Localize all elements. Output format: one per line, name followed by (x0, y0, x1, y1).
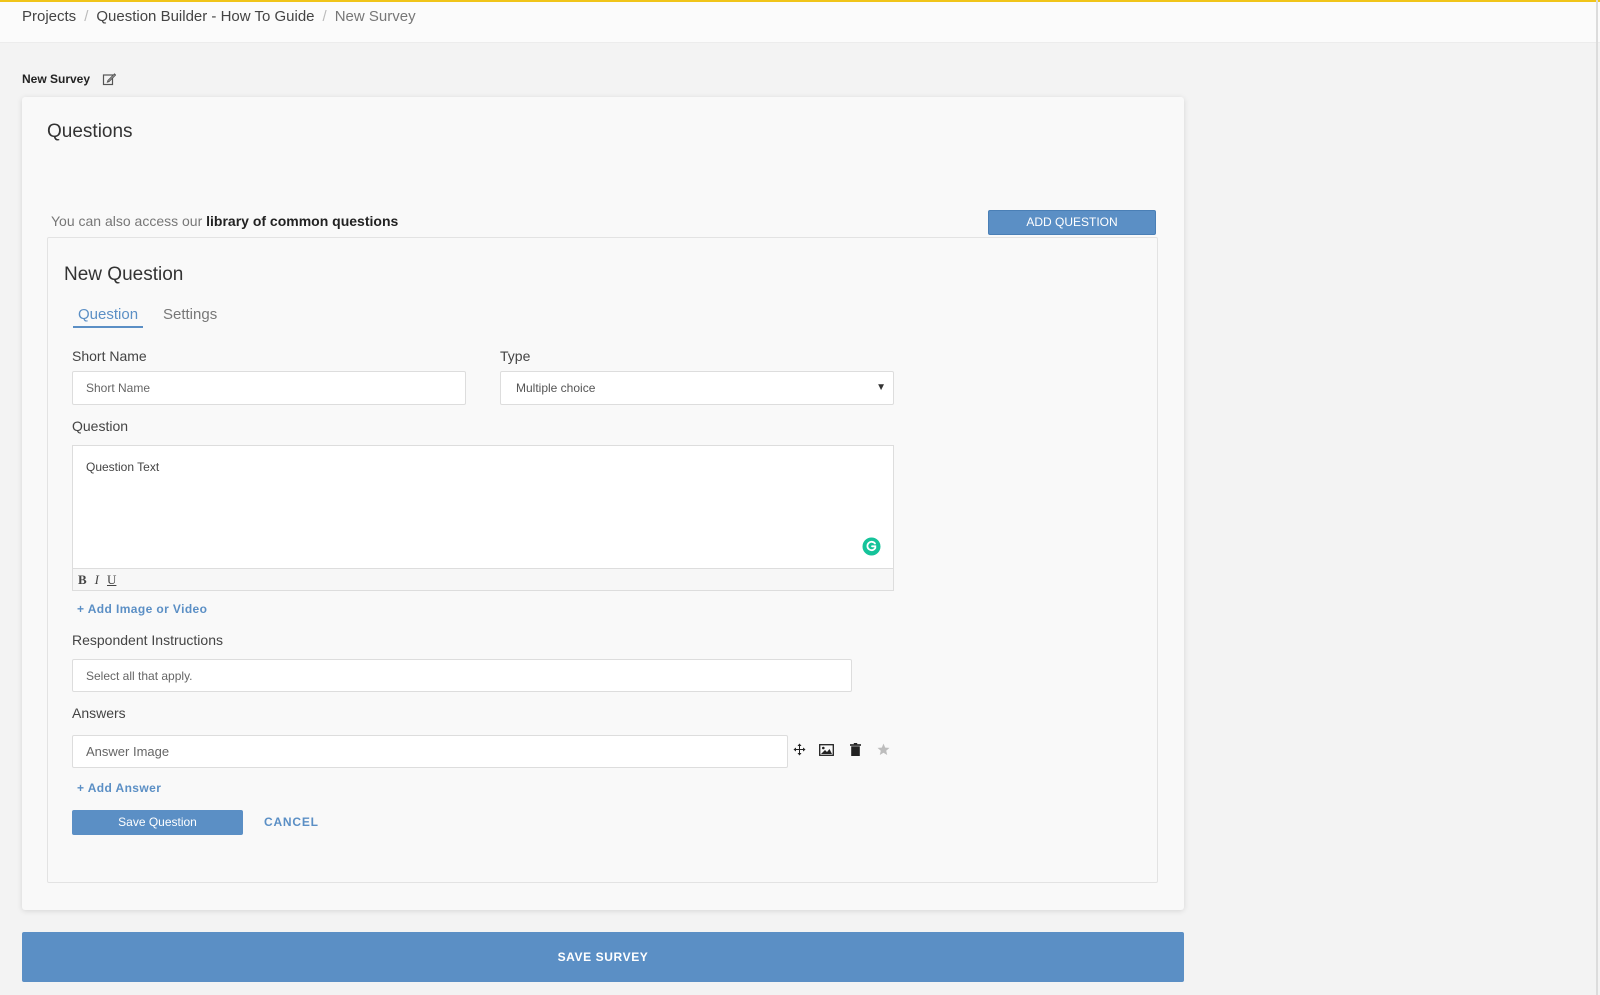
short-name-label: Short Name (72, 348, 147, 364)
answers-label: Answers (72, 705, 126, 721)
breadcrumb-current: New Survey (334, 8, 416, 25)
breadcrumb-separator: / (84, 8, 89, 25)
question-label: Question (72, 418, 129, 434)
new-question-panel: New Question Question Settings Short Nam… (47, 237, 1158, 883)
answer-actions (793, 743, 903, 761)
library-hint-text: You can also access our (51, 213, 207, 229)
add-answer-link[interactable]: + Add Answer (77, 781, 161, 795)
respondent-instructions-label: Respondent Instructions (72, 632, 223, 648)
breadcrumb-projects[interactable]: Projects (22, 8, 76, 25)
italic-button[interactable]: I (95, 572, 99, 588)
save-survey-button[interactable]: SAVE SURVEY (22, 932, 1184, 982)
answer-input[interactable]: Answer Image (72, 735, 788, 768)
tab-question[interactable]: Question (73, 306, 144, 328)
card-title: Questions (47, 121, 133, 142)
edit-icon[interactable] (102, 72, 117, 86)
grammarly-icon[interactable] (862, 537, 881, 556)
cancel-button[interactable]: CANCEL (264, 815, 319, 829)
type-select[interactable]: Multiple choice ▼ (500, 371, 894, 405)
top-bar: Projects / Question Builder - How To Gui… (0, 0, 1600, 43)
add-question-button[interactable]: ADD QUESTION (988, 210, 1156, 235)
respondent-instructions-input[interactable]: Select all that apply. (72, 659, 852, 692)
underline-button[interactable]: U (107, 572, 116, 588)
question-editor[interactable]: Question Text B I U (72, 445, 894, 591)
breadcrumb: Projects / Question Builder - How To Gui… (22, 8, 416, 25)
save-question-button[interactable]: Save Question (72, 810, 243, 835)
library-hint: You can also access our library of commo… (51, 213, 398, 229)
questions-card: Questions You can also access our librar… (22, 97, 1184, 910)
editor-toolbar: B I U (73, 568, 893, 590)
page-edge-divider (1596, 0, 1598, 995)
breadcrumb-project[interactable]: Question Builder - How To Guide (96, 8, 314, 25)
new-question-title: New Question (64, 264, 184, 285)
trash-icon[interactable] (850, 743, 861, 761)
bold-button[interactable]: B (78, 572, 87, 588)
short-name-input[interactable]: Short Name (72, 371, 466, 405)
tab-settings[interactable]: Settings (158, 306, 222, 326)
add-image-video-link[interactable]: + Add Image or Video (77, 602, 207, 616)
type-label: Type (500, 348, 531, 364)
library-link[interactable]: library of common questions (206, 213, 398, 229)
type-select-value: Multiple choice (516, 381, 596, 395)
star-icon[interactable] (877, 743, 890, 761)
breadcrumb-separator: / (322, 8, 327, 25)
move-icon[interactable] (793, 743, 806, 761)
question-text-placeholder: Question Text (86, 460, 160, 474)
survey-title-row: New Survey (22, 72, 117, 86)
survey-title: New Survey (22, 72, 91, 86)
image-icon[interactable] (819, 743, 834, 761)
chevron-down-icon: ▼ (876, 382, 886, 393)
